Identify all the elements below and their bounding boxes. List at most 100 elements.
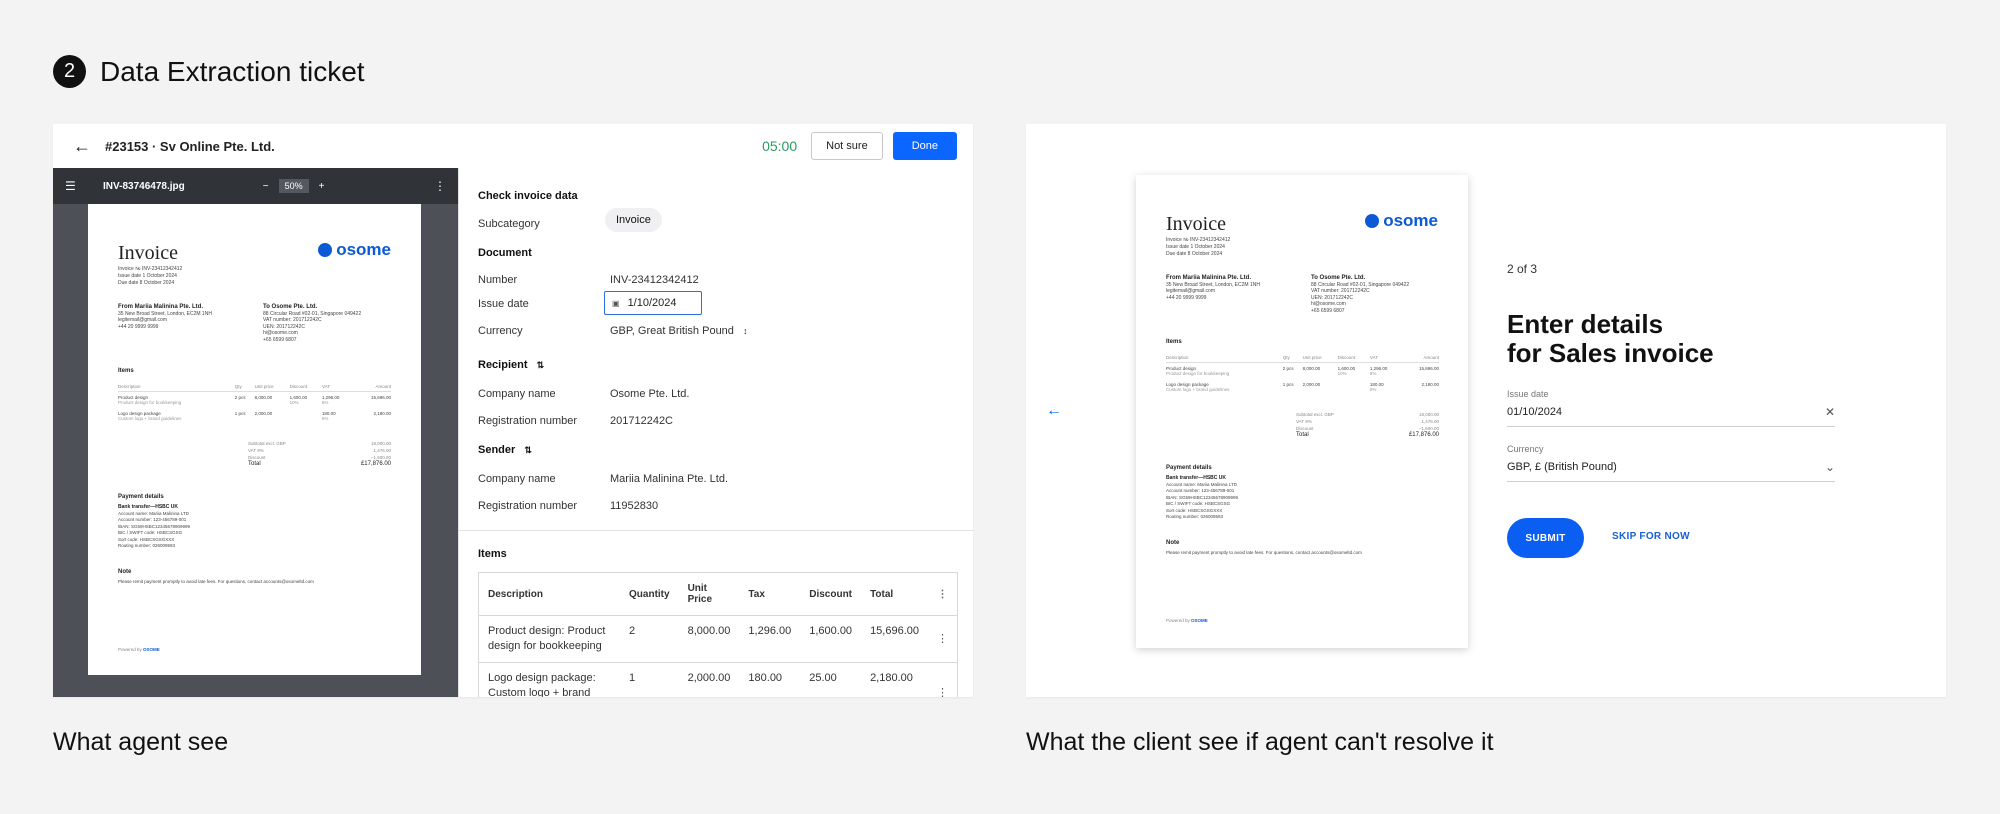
subcategory-chip[interactable]: Invoice — [605, 208, 662, 232]
col-total: Total — [861, 572, 928, 616]
invoice-from: From Mariia Malinina Pte. Ltd. 35 New Br… — [118, 304, 248, 330]
invoice-to: To Osome Pte. Ltd. 88 Circular Road #02-… — [1311, 275, 1451, 314]
invoice-col: VAT — [1369, 353, 1403, 363]
cell-tax[interactable]: 1,296.00 — [739, 615, 801, 663]
invoice-cell: 1 pcs — [234, 411, 246, 416]
total-label: Total — [248, 461, 261, 467]
osome-logo-text: osome — [1383, 211, 1438, 230]
invoice-col: Description — [1166, 353, 1283, 363]
col-quantity: Quantity — [620, 572, 679, 616]
back-arrow-icon[interactable]: ← — [73, 136, 93, 157]
client-currency-value[interactable]: GBP, £ (British Pound) — [1507, 461, 1617, 473]
hamburger-menu-icon[interactable]: ☰ — [65, 179, 85, 193]
invoice-from-line: +44 20 9999 9999 — [118, 323, 159, 330]
recipient-reg-value[interactable]: 201712242C — [610, 415, 673, 427]
invoice-cell: 2,180.00 — [1421, 382, 1439, 387]
cell-quantity[interactable]: 1 — [620, 662, 679, 697]
note-text: Please remit payment promptly to avoid l… — [1166, 550, 1362, 555]
sender-reg-value[interactable]: 11952830 — [610, 500, 658, 512]
cell-tax[interactable]: 180.00 — [739, 662, 801, 697]
viewer-more-icon[interactable]: ⋮ — [434, 179, 446, 193]
summary-value: 1,476.00 — [1421, 419, 1439, 424]
cell-total[interactable]: 2,180.00 — [861, 662, 928, 697]
client-issue-date-value[interactable]: 01/10/2024 — [1507, 406, 1562, 418]
recipient-company-label: Company name — [478, 388, 556, 400]
currency-label: Currency — [478, 325, 523, 337]
number-value[interactable]: INV-23412342412 — [610, 274, 699, 286]
invoice-cell — [290, 408, 322, 424]
swap-icon[interactable]: ⇅ — [524, 445, 532, 455]
summary-value: 18,000.00 — [370, 441, 391, 446]
not-sure-button[interactable]: Not sure — [811, 132, 883, 160]
invoice-cell: 8% — [1369, 371, 1377, 376]
invoice-cell: Product design for bookkeeping — [118, 400, 182, 405]
total-value: £17,876.00 — [360, 461, 391, 467]
chevron-down-icon[interactable]: ⌄ — [1825, 460, 1835, 474]
summary-label: Discount — [248, 455, 266, 460]
zoom-level: 50% — [278, 179, 309, 193]
submit-button[interactable]: SUBMIT — [1507, 518, 1584, 558]
table-more-icon[interactable]: ⋮ — [928, 572, 958, 616]
ticket-topbar: ← #23153 · Sv Online Pte. Ltd. 05:00 Not… — [53, 124, 973, 168]
cell-discount[interactable]: 25.00 — [800, 662, 862, 697]
summary-label: Discount — [1296, 426, 1314, 431]
currency-value: GBP, Great British Pound — [610, 325, 734, 337]
skip-for-now-link[interactable]: SKIP FOR NOW — [1612, 531, 1690, 542]
viewer-toolbar: ☰ INV-83746478.jpg − 50% + ⋮ — [53, 168, 458, 204]
client-currency-label: Currency — [1507, 444, 1544, 454]
client-currency-field[interactable]: Currency GBP, £ (British Pound) ⌄ — [1507, 444, 1835, 482]
invoice-cell: 15,696.00 — [370, 395, 391, 400]
row-more-icon[interactable]: ⋮ — [928, 662, 958, 697]
summary-value: −1,600.00 — [1418, 426, 1439, 431]
powered-by-label: Powered by — [118, 647, 142, 652]
items-table: Description Quantity Unit Price Tax Disc… — [478, 572, 958, 697]
invoice-cell: Custom logo + brand guidelines — [118, 416, 182, 421]
step-number: 2 — [53, 55, 86, 88]
document-viewer: ☰ INV-83746478.jpg − 50% + ⋮ Invoice oso… — [53, 168, 458, 697]
zoom-in-button[interactable]: + — [319, 181, 325, 192]
invoice-cell: 2,000.00 — [254, 411, 273, 416]
invoice-cell: 10% — [1337, 371, 1347, 376]
cell-description[interactable]: Product design: Product design for bookk… — [478, 615, 621, 663]
recipient-company-value[interactable]: Osome Pte. Ltd. — [610, 388, 689, 400]
cell-unit-price[interactable]: 8,000.00 — [678, 615, 740, 663]
table-row[interactable]: Logo design package: Custom logo + brand… — [478, 662, 958, 697]
cell-total[interactable]: 15,696.00 — [861, 615, 928, 663]
invoice-summary: Subtotal excl. GBP 18,000.00 VAT 9% 1,476.… — [1296, 411, 1439, 439]
summary-value: 18,000.00 — [1418, 412, 1439, 417]
invoice-preview: Invoice osome Invoice № INV-23412342412 … — [1136, 175, 1468, 648]
invoice-cell: 8,000.00 — [254, 395, 273, 400]
table-row[interactable]: Product design: Product design for bookk… — [478, 615, 958, 663]
invoice-cell: Custom logo + brand guidelines — [1166, 387, 1230, 392]
sender-company-value[interactable]: Mariia Malinina Pte. Ltd. — [610, 473, 728, 485]
cell-unit-price[interactable]: 2,000.00 — [678, 662, 740, 697]
total-value: £17,876.00 — [1408, 432, 1439, 438]
invoice-cell: Product design for bookkeeping — [1166, 371, 1230, 376]
invoice-meta: Invoice № INV-23412342412 Issue date 1 O… — [1166, 237, 1230, 258]
payment-line: Routing number: 026009593 — [118, 543, 176, 548]
done-button[interactable]: Done — [892, 132, 957, 160]
client-issue-date-field[interactable]: Issue date 01/10/2024 ✕ — [1507, 389, 1835, 427]
recipient-section-title: Recipient — [478, 359, 528, 371]
invoice-cell: 2 pcs — [1282, 366, 1294, 371]
zoom-controls: − 50% + — [263, 179, 325, 193]
step-title: Data Extraction ticket — [100, 55, 365, 87]
cell-description[interactable]: Logo design package: Custom logo + brand… — [478, 662, 621, 697]
sender-reg-label: Registration number — [478, 500, 578, 512]
summary-label: VAT 9% — [248, 448, 264, 453]
clear-icon[interactable]: ✕ — [1825, 405, 1835, 419]
zoom-out-button[interactable]: − — [263, 181, 269, 192]
swap-icon[interactable]: ⇅ — [537, 360, 545, 370]
cell-discount[interactable]: 1,600.00 — [800, 615, 862, 663]
row-more-icon[interactable]: ⋮ — [928, 615, 958, 663]
osome-logo-text: osome — [336, 240, 391, 259]
cell-quantity[interactable]: 2 — [620, 615, 679, 663]
invoice-preview: Invoice osome Invoice № INV-23412342412 … — [88, 204, 421, 675]
issue-date-input[interactable]: ▣ 1/10/2024 — [604, 291, 702, 315]
table-row: Product design Product design for bookkee… — [1166, 363, 1439, 380]
note-title: Note — [1166, 540, 1180, 546]
invoice-to: To Osome Pte. Ltd. 88 Circular Road #02-… — [263, 304, 403, 343]
table-row: Logo design package Custom logo + brand g… — [1166, 379, 1439, 395]
currency-select[interactable]: GBP, Great British Pound ↕ — [610, 325, 747, 337]
back-arrow-icon[interactable]: ← — [1046, 402, 1062, 420]
